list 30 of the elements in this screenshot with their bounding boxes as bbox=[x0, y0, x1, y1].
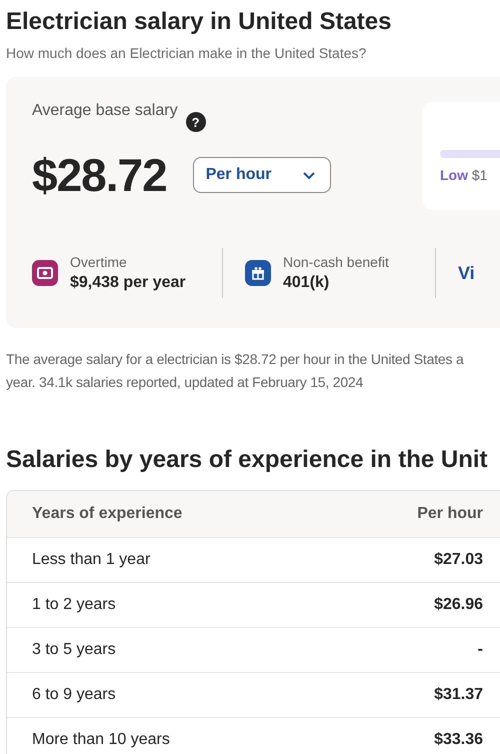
salary-description: The average salary for a electrician is $28.72 per hour in the United States a bbox=[6, 350, 464, 369]
chevron-down-icon bbox=[302, 170, 316, 180]
table-cell: $27.03 bbox=[434, 551, 483, 569]
salary-description: year. 34.1k salaries reported, updated at February 15, 2024 bbox=[6, 373, 364, 392]
table-cell: $26.96 bbox=[434, 596, 483, 614]
help-icon[interactable]: ? bbox=[186, 112, 206, 132]
section-heading: Salaries by years of experience in the Unit bbox=[6, 446, 489, 474]
view-link[interactable]: Vi bbox=[458, 262, 475, 284]
page-title: Electrician salary in United States bbox=[6, 8, 392, 36]
table-cell: 6 to 9 years bbox=[32, 686, 116, 704]
stat-value: 401(k) bbox=[283, 274, 330, 292]
table-cell: 1 to 2 years bbox=[32, 596, 116, 614]
table-cell: More than 10 years bbox=[32, 731, 170, 749]
column-header: Years of experience bbox=[32, 505, 182, 523]
table-cell: 3 to 5 years bbox=[32, 641, 116, 659]
table-cell: Less than 1 year bbox=[32, 551, 150, 569]
average-label: Average base salary bbox=[32, 102, 178, 120]
page-subtitle: How much does an Electrician make in the United States? bbox=[6, 45, 368, 61]
stat-label: Non-cash benefit bbox=[283, 254, 389, 270]
stat-value: $9,438 per year bbox=[70, 274, 186, 292]
low-salary: Low $1 bbox=[440, 167, 488, 183]
stat-label: Overtime bbox=[70, 254, 128, 270]
period-dropdown[interactable]: Per hour bbox=[192, 157, 331, 193]
column-header: Per hour bbox=[417, 505, 483, 523]
gift-icon bbox=[245, 260, 271, 286]
table-cell: $33.36 bbox=[434, 731, 483, 749]
table-cell: $31.37 bbox=[434, 686, 483, 704]
salary-amount: $28.72 bbox=[32, 148, 167, 202]
money-icon bbox=[32, 260, 58, 286]
table-cell: - bbox=[478, 641, 483, 659]
